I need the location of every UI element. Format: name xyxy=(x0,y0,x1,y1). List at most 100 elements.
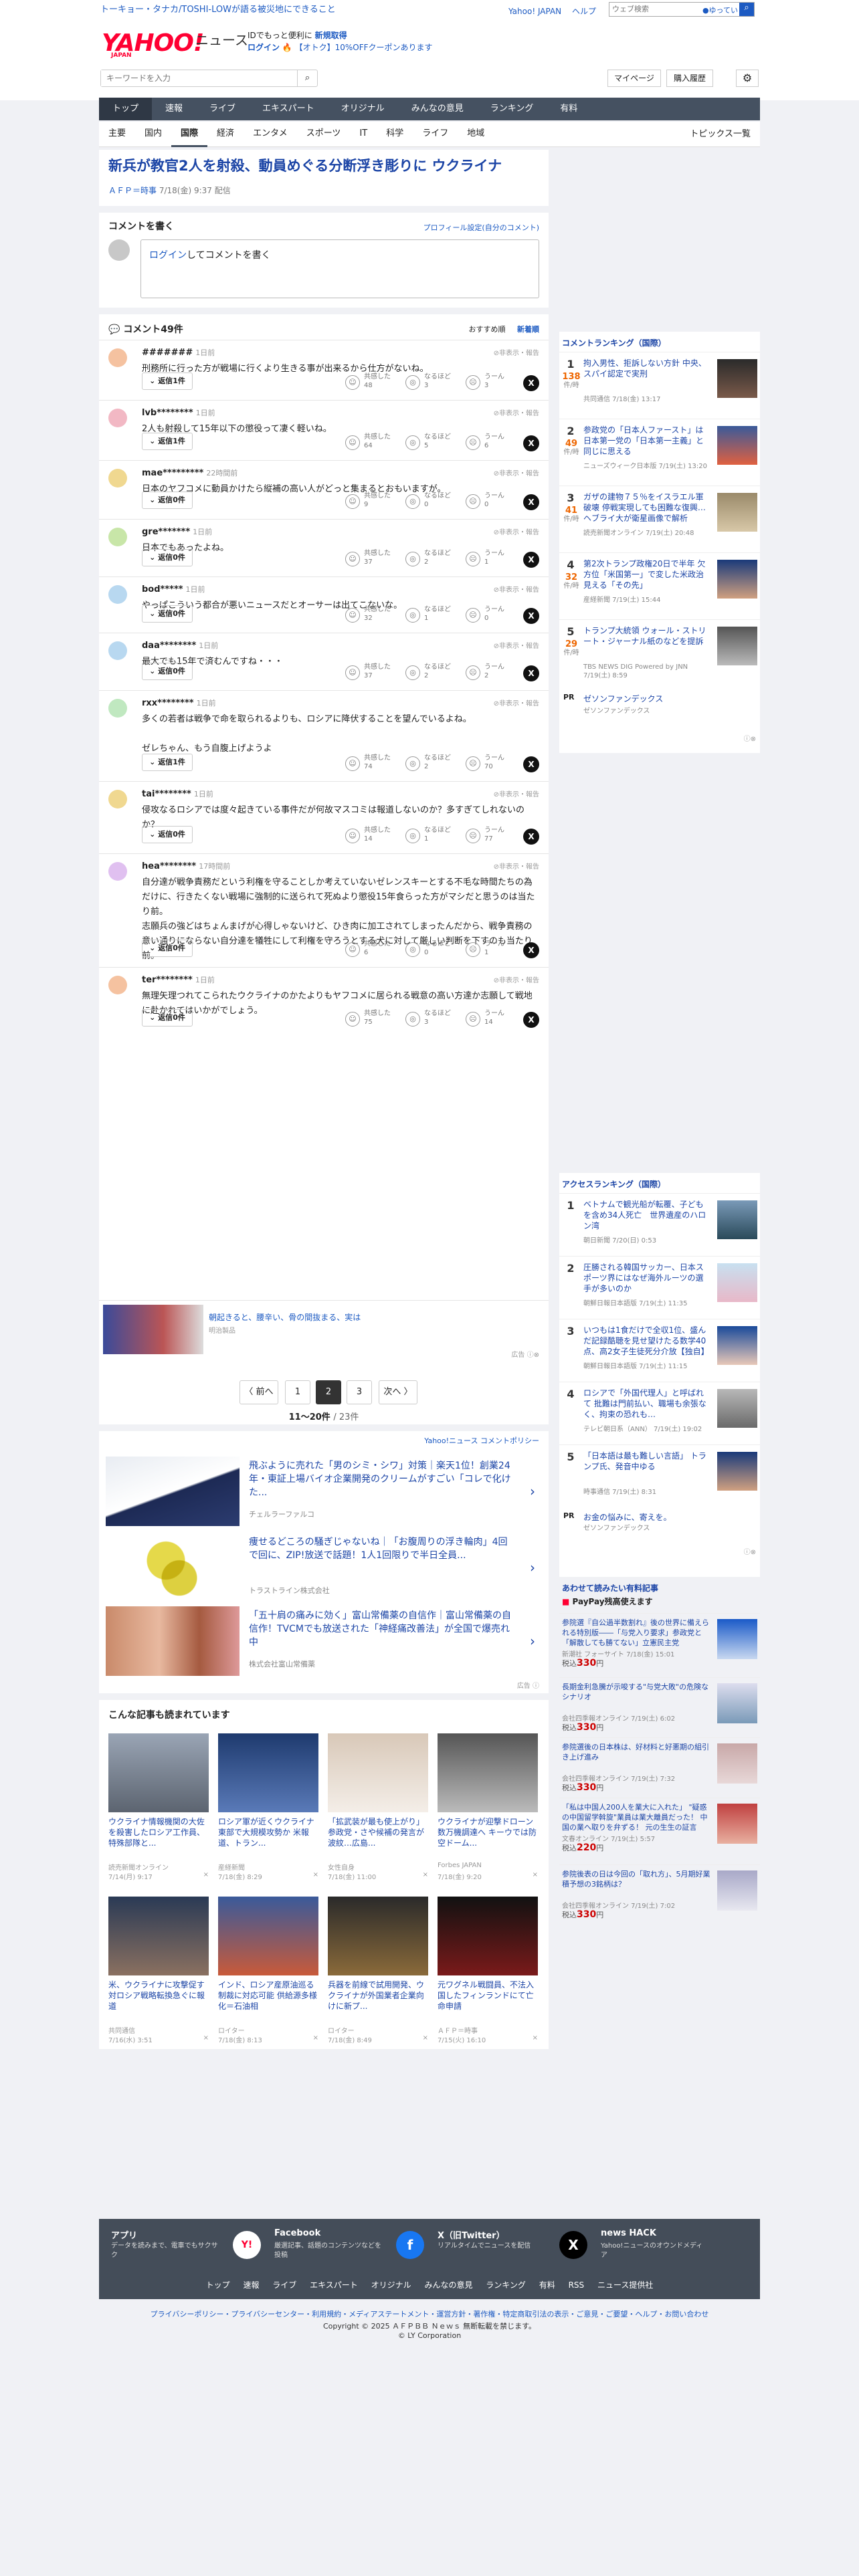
page-3[interactable]: 3 xyxy=(347,1380,372,1404)
legal-links[interactable]: プライバシーポリシー・プライバシーセンター・利用規約・メディアステートメント・運… xyxy=(0,2309,859,2319)
tab-science[interactable]: 科学 xyxy=(377,122,413,147)
agree-button[interactable]: ☺ 共感した 6 xyxy=(345,938,396,962)
article-title[interactable]: ロシア軍が近くウクライナ東部で大規模攻勢か 米報道、トラン... xyxy=(218,1816,318,1859)
article-image[interactable] xyxy=(438,1897,538,1975)
footer-x[interactable]: X（旧Twitter） リアルタイムでニュースを配信 X xyxy=(438,2228,591,2268)
report-link[interactable]: ⊘非表示・報告 xyxy=(494,467,539,477)
ranking-title[interactable]: 参政党の「日本人ファースト」は日本第一党の「日本第一主義」と同じに思える xyxy=(583,425,710,457)
report-link[interactable]: ⊘非表示・報告 xyxy=(494,697,539,708)
ranking-item[interactable]: 4 ロシアで「外国代理人」と呼ばれて 批難は門前払い、職場も余張なく、拘束の恐れも… xyxy=(559,1382,760,1446)
comment-user[interactable]: tai******** 1日前 xyxy=(142,788,213,799)
naruhodo-button[interactable]: ◎ なるほど 1 xyxy=(405,604,456,628)
paid-article-image[interactable] xyxy=(717,1804,757,1844)
reply-button[interactable]: ⌄ 返信0件 xyxy=(142,492,193,509)
yahoo-logo[interactable]: YAHOO! JAPAN xyxy=(102,29,204,59)
paid-article-title[interactable]: 参院選『自公過半数割れ』後の世界に備えられる特別版――「与党入り要求」参政党と「… xyxy=(562,1618,713,1648)
x-share-icon[interactable]: X xyxy=(523,829,539,845)
footer-link[interactable]: 有料 xyxy=(539,2280,555,2290)
nav-paid[interactable]: 有料 xyxy=(547,98,591,120)
pr-title[interactable]: お金の悩みに、寄えを。 xyxy=(583,1511,672,1523)
info-icon[interactable]: ⓘ xyxy=(527,1352,534,1359)
article-title[interactable]: ウクライナ情報機関の大佐を殺害したロシア工作員、特殊部隊と... xyxy=(108,1816,209,1859)
article-card[interactable]: ウクライナ情報機関の大佐を殺害したロシア工作員、特殊部隊と... 読売新聞オンライ… xyxy=(108,1733,209,1894)
paid-article-image[interactable] xyxy=(717,1743,757,1784)
hmm-button[interactable]: ☹ うーん 0 xyxy=(466,604,516,628)
close-icon[interactable]: × xyxy=(423,1871,428,1879)
paid-article-title[interactable]: 参院後表の日は今回の「取れ方」、5月期好業積予想の3銘柄は？ xyxy=(562,1869,713,1889)
comment-user[interactable]: gre******* 1日前 xyxy=(142,526,212,537)
yahoo-japan-link[interactable]: Yahoo! JAPAN xyxy=(508,7,561,16)
sort-new[interactable]: 新着順 xyxy=(517,325,539,334)
x-share-icon[interactable]: X xyxy=(523,942,539,958)
article-image[interactable] xyxy=(108,1897,209,1975)
ranking-item[interactable]: 3 41 件/時 ガザの建物７５％をイスラエル軍破壊 停戦実現しても困難な復興…ヘブラ… xyxy=(559,486,760,550)
comment-user[interactable]: hea******** 17時間前 xyxy=(142,861,230,871)
agree-button[interactable]: ☺ 共感した 37 xyxy=(345,548,396,572)
x-share-icon[interactable]: X xyxy=(523,665,539,681)
report-link[interactable]: ⊘非表示・報告 xyxy=(494,974,539,984)
agree-button[interactable]: ☺ 共感した 75 xyxy=(345,1008,396,1032)
paid-article-image[interactable] xyxy=(717,1683,757,1723)
comment-user[interactable]: lvb******** 1日前 xyxy=(142,407,215,418)
paid-article[interactable]: 「私は中国人200人を業大に入れた」 "疑惑の中国留学斡旋"業員は業大離員だった… xyxy=(559,1798,760,1858)
nav-breaking[interactable]: 速報 xyxy=(152,98,196,120)
next-page-button[interactable]: 次へ 〉 xyxy=(379,1380,417,1404)
article-card[interactable]: ウクライナが迎撃ドローン数万機調達へ キーウでは防空ドーム... Forbes J… xyxy=(438,1733,538,1894)
close-icon[interactable]: × xyxy=(533,2034,538,2042)
ranking-image[interactable] xyxy=(717,1263,757,1302)
tab-economy[interactable]: 経済 xyxy=(207,122,244,147)
ranking-title[interactable]: 「日本語は最も難しい言語」 トランプ氏、発音中ゆる xyxy=(583,1451,710,1472)
ranking-image[interactable] xyxy=(717,627,757,665)
ranking-image[interactable] xyxy=(717,1326,757,1365)
search-icon[interactable]: ⌕ xyxy=(739,3,754,16)
ranking-item[interactable]: 5 「日本語は最も難しい言語」 トランプ氏、発音中ゆる 時事通信 7/19(土) 8… xyxy=(559,1444,760,1509)
profile-settings-link[interactable]: プロフィール設定(自分のコメント) xyxy=(423,222,539,233)
paid-article[interactable]: 参院選『自公過半数割れ』後の世界に備えられる特別版――「与党入り要求」参政党と「… xyxy=(559,1613,760,1673)
ad-choices-icon[interactable]: ⓘ⊗ xyxy=(744,1546,756,1556)
source-link[interactable]: ＡＦＰ＝時事 xyxy=(108,186,157,195)
footer-newshack[interactable]: news HACK Yahoo!ニュースのオウンドメディア xyxy=(601,2228,755,2268)
ranking-image[interactable] xyxy=(717,1452,757,1491)
pr-title[interactable]: ゼソンファンデックス xyxy=(583,693,663,704)
web-search-input[interactable] xyxy=(609,3,690,16)
close-icon[interactable]: × xyxy=(203,2034,209,2042)
article-title[interactable]: インド、ロシア産原油巡る制裁に対応可能 供給源多様化＝石油相 xyxy=(218,1979,318,2022)
hmm-button[interactable]: ☹ うーん 1 xyxy=(466,938,516,962)
ranking-item[interactable]: 1 ベトナムで観光船が転覆、子どもを含め34人死亡 世界遺産のハロン湾 朝日新聞 7… xyxy=(559,1193,760,1257)
footer-link[interactable]: ライブ xyxy=(272,2280,296,2290)
comment-input[interactable]: ログインしてコメントを書く xyxy=(140,239,539,298)
gear-icon[interactable]: ⚙ xyxy=(736,70,759,87)
ranking-image[interactable] xyxy=(717,359,757,398)
page-2-current[interactable]: 2 xyxy=(316,1380,341,1404)
footer-link[interactable]: 速報 xyxy=(243,2280,259,2290)
comment-user[interactable]: bod***** 1日前 xyxy=(142,584,205,595)
footer-link[interactable]: ランキング xyxy=(486,2280,526,2290)
tab-international[interactable]: 国際 xyxy=(171,122,208,147)
article-title[interactable]: 米、ウクライナに攻撃促す 対ロシア戦略転換急ぐに報道 xyxy=(108,1979,209,2022)
report-link[interactable]: ⊘非表示・報告 xyxy=(494,584,539,594)
promo-link[interactable]: トーキョー・タナカ/TOSHI-LOWが語る被災地にできること xyxy=(100,2,336,15)
report-link[interactable]: ⊘非表示・報告 xyxy=(494,526,539,536)
paid-article-title[interactable]: 「私は中国人200人を業大に入れた」 "疑惑の中国留学斡旋"業員は業大離員だった… xyxy=(562,1802,713,1832)
hmm-button[interactable]: ☹ うーん 6 xyxy=(466,431,516,455)
article-card[interactable]: 元ワグネル戦闘員、不法入国したフィンランドにて亡命申請 ＡＦＰ＝時事 7/15(火)… xyxy=(438,1897,538,2057)
ranking-title[interactable]: トランプ大統領 ウォール・ストリート・ジャーナル紙のなどを提訴 xyxy=(583,625,710,647)
x-share-icon[interactable]: X xyxy=(523,1012,539,1028)
footer-app[interactable]: アプリ データを読みまで、電車でもサクサク Y! xyxy=(111,2228,265,2268)
ranking-item[interactable]: 4 32 件/時 第2次トランプ政権20日で半年 欠方位「米国第一」で変した米政治 見… xyxy=(559,552,760,617)
reply-button[interactable]: ⌄ 返信1件 xyxy=(142,433,193,450)
ad-choices-icon[interactable]: ⓘ⊗ xyxy=(744,733,756,743)
article-headline[interactable]: 新兵が教官2人を射殺、動員めぐる分断浮き彫りに ウクライナ xyxy=(108,156,537,175)
hmm-button[interactable]: ☹ うーん 14 xyxy=(466,1008,516,1032)
reply-button[interactable]: ⌄ 返信0件 xyxy=(142,549,193,566)
nav-opinions[interactable]: みんなの意見 xyxy=(398,98,477,120)
naruhodo-button[interactable]: ◎ なるほど 2 xyxy=(405,548,456,572)
access-ranking-title[interactable]: アクセスランキング（国際） xyxy=(562,1178,666,1190)
article-card[interactable]: 「拡武装が最も使上がり」参政党・さや候補の発言が波紋…広島... 女性自身 7/18… xyxy=(328,1733,428,1894)
comment-user[interactable]: daa******** 1日前 xyxy=(142,640,218,651)
ad-title[interactable]: 朝起きると、腰辛い、骨の間抜まる、実は xyxy=(209,1311,361,1323)
chevron-right-icon[interactable]: › xyxy=(530,1560,535,1576)
x-share-icon[interactable]: X xyxy=(523,375,539,391)
footer-link[interactable]: ニュース提供社 xyxy=(597,2280,653,2290)
agree-button[interactable]: ☺ 共感した 74 xyxy=(345,752,396,776)
